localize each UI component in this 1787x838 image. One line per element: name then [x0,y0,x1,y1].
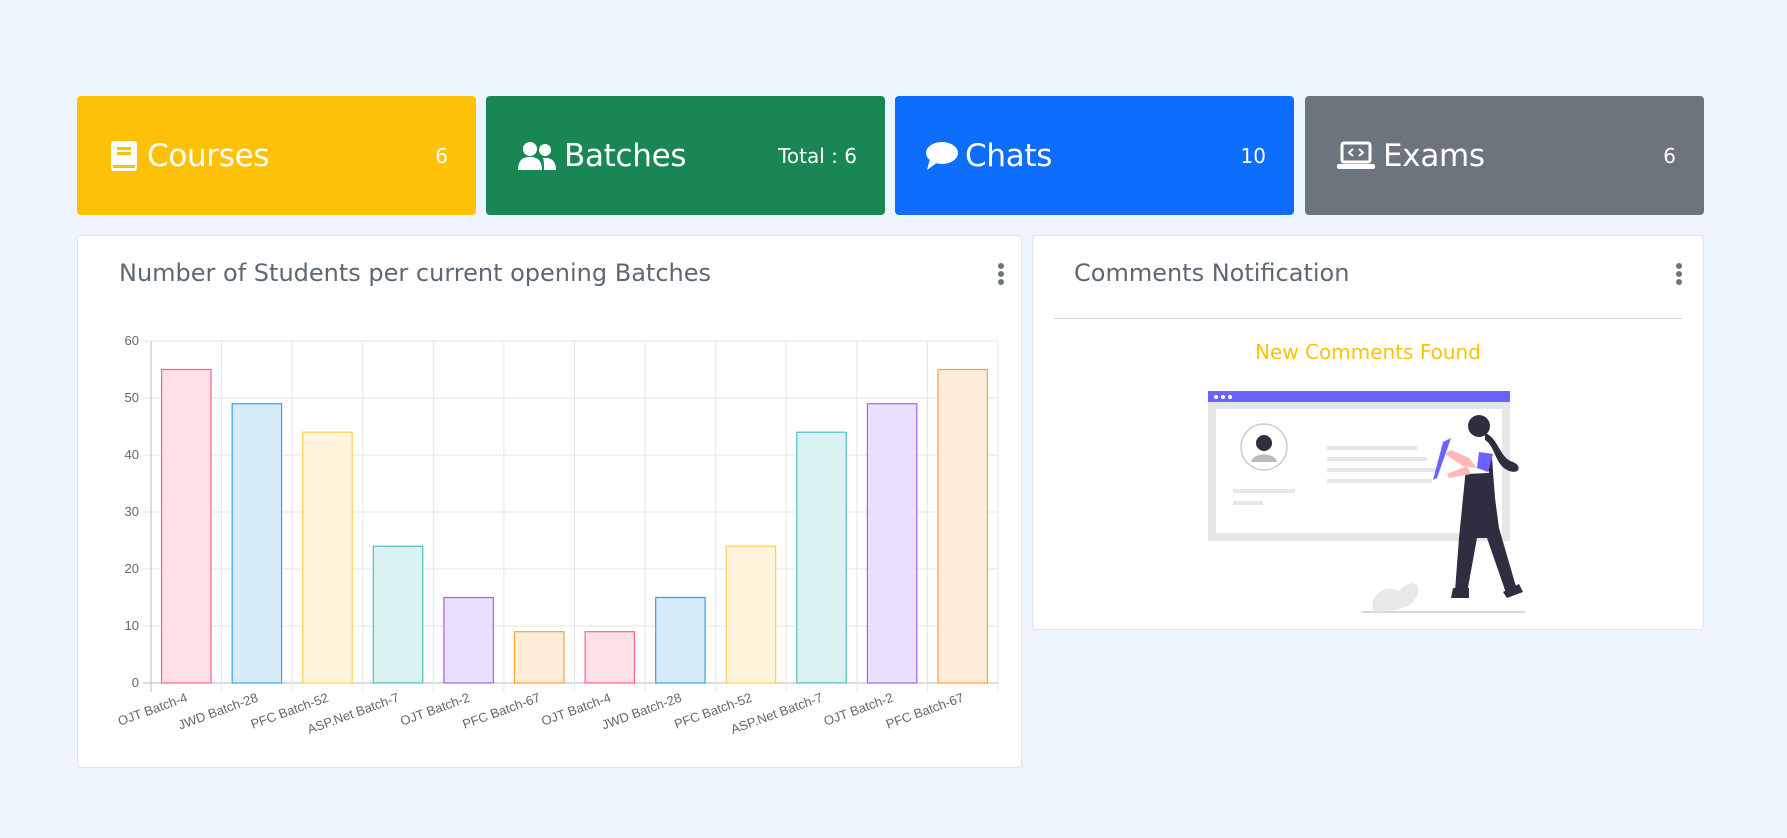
bar-chart: 0102030405060OJT Batch-4JWD Batch-28PFC … [116,333,999,737]
y-tick-label: 20 [125,561,139,576]
x-tick-label: JWD Batch-28 [176,690,260,733]
exams-title: Exams [1383,137,1485,174]
bar [231,403,283,684]
bar [160,368,212,684]
bar [725,545,777,684]
x-tick-label: OJT Batch-2 [398,690,471,729]
x-tick-label: PFC Batch-67 [460,690,542,732]
batches-count: Total : 6 [778,143,857,168]
x-tick-label: PFC Batch-67 [884,690,966,732]
comments-panel: Comments Notification New Comments Found [1032,235,1704,630]
batches-card[interactable]: Batches Total : 6 [486,96,885,215]
x-tick-label: JWD Batch-28 [600,690,684,733]
bar [443,596,494,684]
bar [302,431,353,684]
batches-title: Batches [564,137,687,174]
bar [796,431,847,684]
users-icon [516,139,558,173]
chart-panel: Number of Students per current opening B… [77,235,1022,768]
laptop-code-icon [1335,139,1377,173]
exams-count: 6 [1663,143,1676,168]
comments-menu-kebab-icon[interactable] [1674,263,1684,285]
x-tick-label: OJT Batch-2 [822,690,895,729]
chats-count: 10 [1240,143,1266,168]
woman-drawing-on-board-illustration [1208,391,1525,613]
comments-divider [1054,318,1682,319]
bar [513,631,565,684]
bar [866,403,918,684]
chats-title: Chats [965,137,1053,174]
exams-card[interactable]: Exams 6 [1305,96,1704,215]
new-comments-message: New Comments Found [1255,340,1481,364]
chats-card[interactable]: Chats 10 [895,96,1294,215]
comments-panel-title: Comments Notification [1074,259,1350,287]
y-tick-label: 60 [125,333,139,348]
courses-count: 6 [435,143,448,168]
y-tick-label: 0 [132,675,139,690]
courses-title: Courses [147,137,270,174]
bar [937,368,989,684]
book-icon [107,139,141,173]
y-tick-label: 40 [125,447,139,462]
y-tick-label: 30 [125,504,139,519]
courses-card[interactable]: Courses 6 [77,96,476,215]
bar [655,596,706,684]
bar [372,545,424,684]
y-tick-label: 50 [125,390,139,405]
bar [584,631,636,684]
chat-bubble-icon [925,139,959,173]
y-tick-label: 10 [125,618,139,633]
